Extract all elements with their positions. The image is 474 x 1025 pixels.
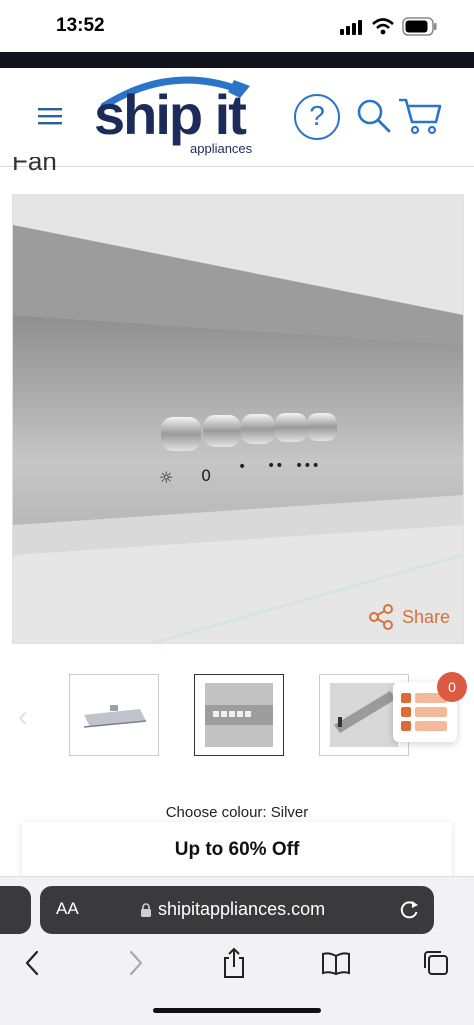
status-time: 13:52	[56, 15, 105, 36]
home-indicator	[153, 1008, 321, 1013]
share-button[interactable]: Share	[368, 604, 450, 630]
cart-icon[interactable]	[398, 96, 442, 136]
tabs-button[interactable]	[418, 946, 454, 980]
address-bar[interactable]: AA shipitappliances.com	[40, 886, 434, 934]
light-symbol: ☼	[159, 468, 173, 487]
share-label: Share	[402, 606, 451, 627]
colour-selector-label: Choose colour: Silver	[165, 804, 309, 821]
speed-1-symbol: •	[238, 459, 246, 475]
product-hero-image[interactable]: ☼ 0 • •• •••	[12, 194, 464, 644]
thumbnail-prev-arrow[interactable]: ‹	[18, 700, 28, 734]
cooker-hood-photo: ☼ 0 • •• •••	[13, 195, 463, 643]
back-chevron-icon	[25, 950, 39, 976]
top-banner-strip	[0, 52, 474, 68]
share-sheet-icon	[224, 947, 244, 978]
reader-aa-button[interactable]: AA	[56, 899, 79, 919]
off-symbol: 0	[201, 466, 211, 485]
site-header: ship it appliances ?	[0, 68, 474, 167]
search-icon[interactable]	[356, 98, 392, 134]
speed-2-symbol: ••	[267, 458, 284, 474]
wifi-icon	[372, 18, 394, 35]
tabs-overview-icon	[424, 951, 448, 975]
share-icon	[369, 604, 393, 630]
share-sheet-button[interactable]	[216, 946, 252, 980]
thumbnail-2[interactable]	[194, 674, 284, 756]
cellular-signal-icon	[340, 20, 362, 35]
reload-icon[interactable]	[398, 899, 420, 921]
hamburger-menu-icon[interactable]	[38, 106, 62, 126]
thumbnail-1[interactable]	[69, 674, 159, 756]
thumbnail-knobs-image	[205, 683, 273, 747]
bookmarks-book-icon	[322, 952, 350, 976]
rewards-count-badge: 0	[437, 672, 467, 702]
back-button[interactable]	[14, 946, 50, 980]
site-logo[interactable]: ship it appliances	[90, 72, 270, 164]
logo-subtitle: appliances	[190, 141, 253, 156]
logo-wordmark: ship it	[94, 83, 247, 146]
forward-chevron-icon	[129, 950, 143, 976]
bookmarks-button[interactable]	[318, 946, 354, 980]
lock-icon	[141, 903, 151, 917]
status-bar: 13:52	[0, 0, 474, 52]
speed-3-symbol: •••	[295, 458, 320, 474]
help-icon[interactable]: ?	[294, 94, 340, 140]
thumbnail-hood-front-image	[83, 705, 147, 728]
previous-tab-stub[interactable]	[0, 886, 31, 934]
url-text: shipitappliances.com	[158, 899, 326, 919]
battery-icon	[402, 17, 437, 36]
forward-button[interactable]	[118, 946, 154, 980]
promo-banner[interactable]: Up to 60% Off	[22, 822, 452, 878]
help-icon-glyph: ?	[309, 100, 325, 131]
